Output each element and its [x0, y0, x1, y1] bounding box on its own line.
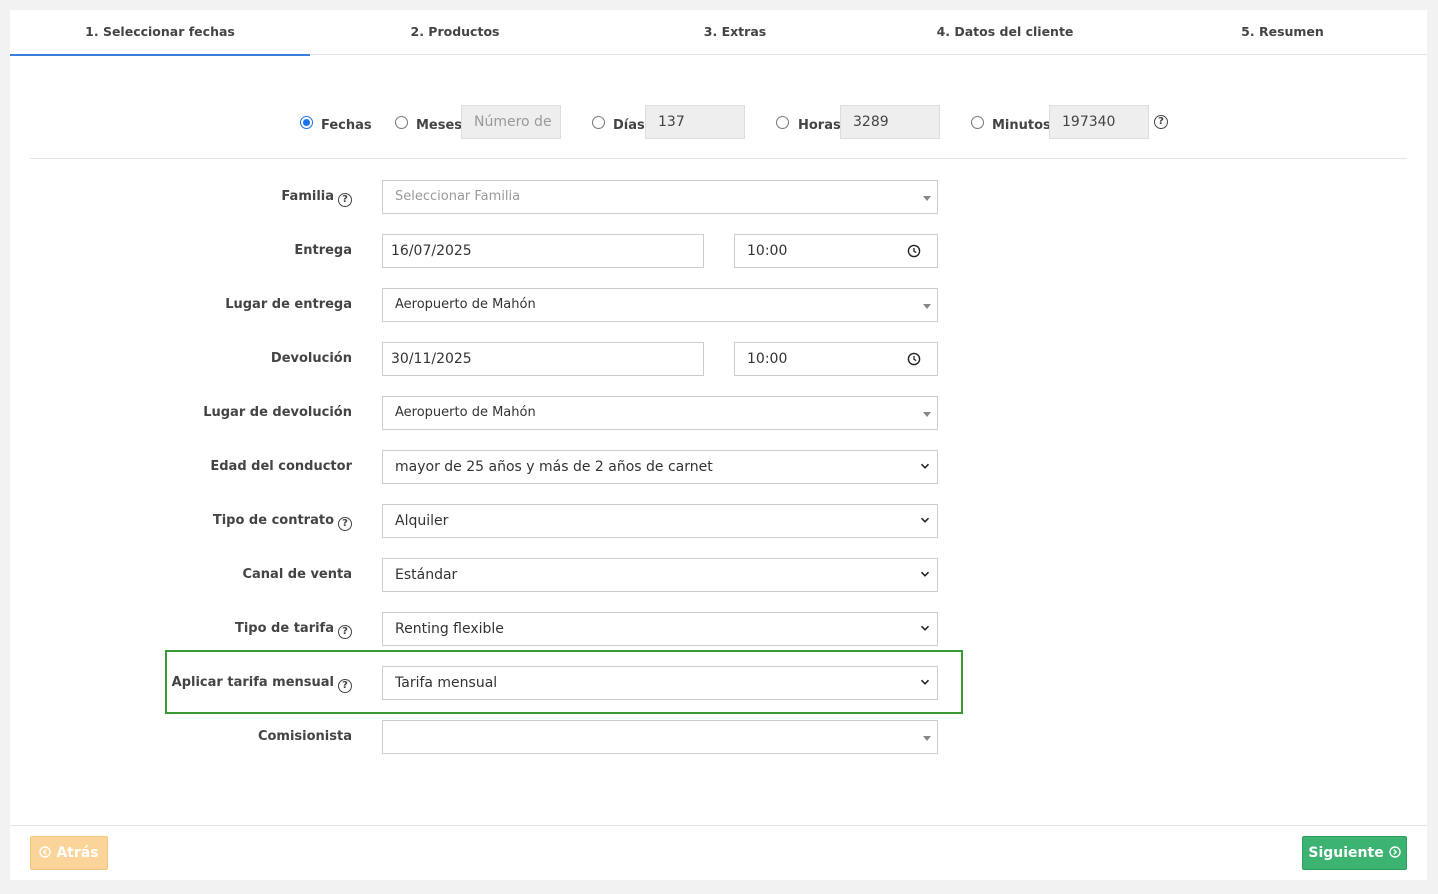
row-tarifa-mensual: Aplicar tarifa mensual? Tarifa mensual — [10, 666, 1427, 700]
tab-productos[interactable]: 2. Productos — [310, 10, 600, 55]
wizard-card: 1. Seleccionar fechas 2. Productos 3. Ex… — [10, 10, 1427, 880]
chevron-down-icon — [920, 463, 930, 469]
help-icon[interactable]: ? — [1154, 115, 1168, 129]
meses-input[interactable]: Número de — [461, 105, 561, 139]
divider — [30, 158, 1407, 159]
radio-horas[interactable] — [776, 116, 789, 129]
row-edad-conductor: Edad del conductor mayor de 25 años y má… — [10, 450, 1427, 484]
tarifa-mensual-select[interactable]: Tarifa mensual — [382, 666, 938, 700]
tipo-contrato-select[interactable]: Alquiler — [382, 504, 938, 538]
arrow-left-circle-icon — [39, 846, 52, 858]
back-button[interactable]: Atrás — [30, 836, 108, 870]
chevron-down-icon — [920, 517, 930, 523]
familia-select[interactable]: Seleccionar Familia — [382, 180, 938, 214]
entrega-date-input[interactable]: 16/07/2025 — [382, 234, 704, 268]
edad-conductor-label: Edad del conductor — [210, 459, 352, 474]
help-icon[interactable]: ? — [338, 193, 352, 207]
radio-minutos[interactable] — [971, 116, 984, 129]
radio-meses[interactable] — [395, 116, 408, 129]
clock-icon[interactable] — [907, 352, 921, 366]
chevron-down-icon — [920, 679, 930, 685]
tarifa-mensual-label: Aplicar tarifa mensual? — [172, 675, 352, 693]
comisionista-label: Comisionista — [257, 729, 352, 744]
clock-icon[interactable] — [907, 244, 921, 258]
devolucion-time-input[interactable]: 10:00 — [734, 342, 938, 376]
back-button-label: Atrás — [56, 845, 99, 861]
lugar-entrega-select[interactable]: Aeropuerto de Mahón — [382, 288, 938, 322]
row-tipo-contrato: Tipo de contrato? Alquiler — [10, 504, 1427, 538]
arrow-right-circle-icon — [1388, 846, 1401, 858]
caret-down-icon — [923, 412, 931, 417]
radio-dias-label: Días — [613, 118, 645, 133]
radio-dias[interactable] — [592, 116, 605, 129]
tipo-tarifa-label: Tipo de tarifa? — [235, 621, 352, 639]
caret-down-icon — [923, 196, 931, 201]
row-lugar-entrega: Lugar de entrega Aeropuerto de Mahón — [10, 288, 1427, 322]
tab-seleccionar-fechas[interactable]: 1. Seleccionar fechas — [10, 10, 310, 56]
tab-datos-cliente[interactable]: 4. Datos del cliente — [870, 10, 1140, 55]
edad-conductor-select[interactable]: mayor de 25 años y más de 2 años de carn… — [382, 450, 938, 484]
caret-down-icon — [923, 736, 931, 741]
lugar-devolucion-select[interactable]: Aeropuerto de Mahón — [382, 396, 938, 430]
radio-horas-label: Horas — [798, 118, 841, 133]
canal-venta-label: Canal de venta — [242, 567, 352, 582]
tab-extras[interactable]: 3. Extras — [600, 10, 870, 55]
radio-fechas-label: Fechas — [321, 118, 372, 133]
next-button-label: Siguiente — [1308, 845, 1384, 861]
minutos-input[interactable]: 197340 — [1049, 105, 1149, 139]
duration-mode-row: Fechas Meses Número de Días 137 Horas 32… — [10, 105, 1427, 139]
chevron-down-icon — [920, 571, 930, 577]
wizard-tabs: 1. Seleccionar fechas 2. Productos 3. Ex… — [10, 10, 1427, 56]
tipo-tarifa-select[interactable]: Renting flexible — [382, 612, 938, 646]
lugar-devolucion-label: Lugar de devolución — [203, 405, 352, 420]
devolucion-label: Devolución — [270, 351, 352, 366]
radio-meses-label: Meses — [416, 118, 463, 133]
chevron-down-icon — [920, 625, 930, 631]
row-devolucion: Devolución 30/11/2025 10:00 — [10, 342, 1427, 376]
radio-minutos-label: Minutos — [992, 118, 1051, 133]
lugar-entrega-label: Lugar de entrega — [225, 297, 352, 312]
radio-fechas[interactable] — [300, 116, 313, 129]
dias-input[interactable]: 137 — [645, 105, 745, 139]
row-entrega: Entrega 16/07/2025 10:00 — [10, 234, 1427, 268]
comisionista-select[interactable] — [382, 720, 938, 754]
footer-divider — [10, 825, 1427, 826]
help-icon[interactable]: ? — [338, 679, 352, 693]
entrega-label: Entrega — [294, 243, 352, 258]
row-familia: Familia? Seleccionar Familia — [10, 180, 1427, 214]
horas-input[interactable]: 3289 — [840, 105, 940, 139]
entrega-time-input[interactable]: 10:00 — [734, 234, 938, 268]
help-icon[interactable]: ? — [338, 517, 352, 531]
canal-venta-select[interactable]: Estándar — [382, 558, 938, 592]
row-comisionista: Comisionista — [10, 720, 1427, 754]
devolucion-date-input[interactable]: 30/11/2025 — [382, 342, 704, 376]
tab-resumen[interactable]: 5. Resumen — [1140, 10, 1425, 55]
caret-down-icon — [923, 304, 931, 309]
row-tipo-tarifa: Tipo de tarifa? Renting flexible — [10, 612, 1427, 646]
row-lugar-devolucion: Lugar de devolución Aeropuerto de Mahón — [10, 396, 1427, 430]
familia-label: Familia? — [281, 189, 352, 207]
row-canal-venta: Canal de venta Estándar — [10, 558, 1427, 592]
help-icon[interactable]: ? — [338, 625, 352, 639]
tipo-contrato-label: Tipo de contrato? — [213, 513, 352, 531]
next-button[interactable]: Siguiente — [1302, 836, 1407, 870]
